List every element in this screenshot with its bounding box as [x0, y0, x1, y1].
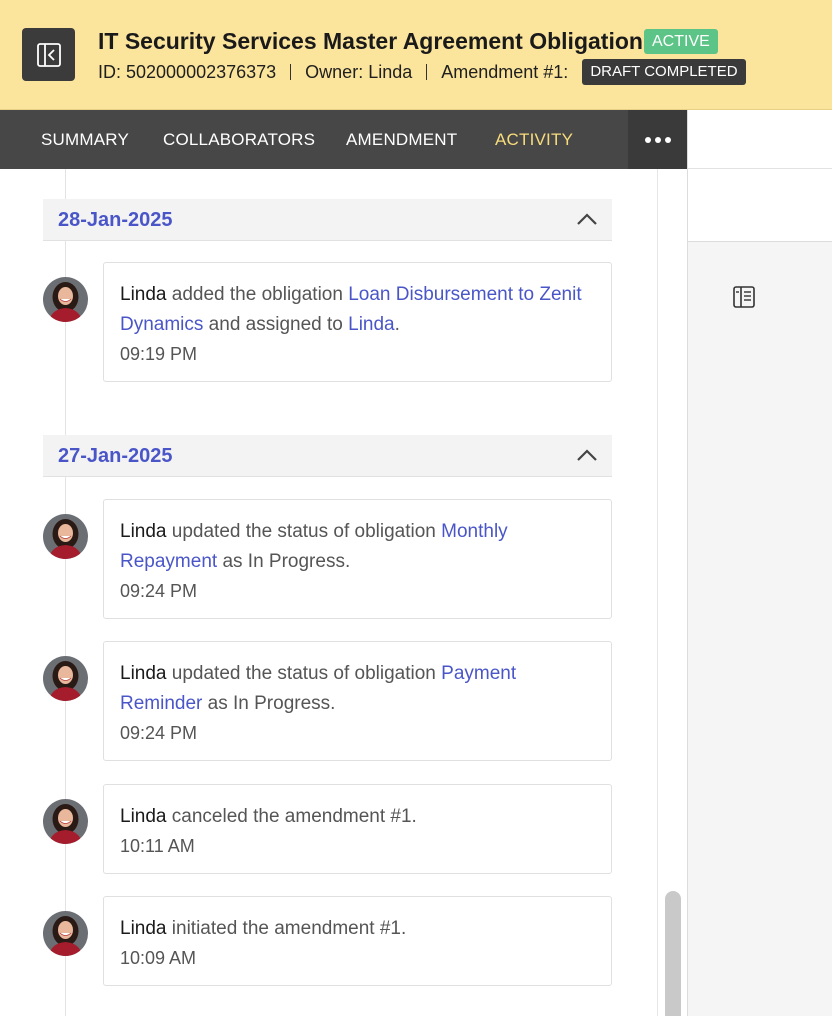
- more-horizontal-icon: [644, 136, 651, 143]
- amendment-label: Amendment #1:: [441, 61, 569, 82]
- avatar: [43, 911, 88, 956]
- activity-feed: 28-Jan-2025 Linda added the obligation L…: [0, 169, 657, 1016]
- activity-time: 10:11 AM: [120, 836, 195, 856]
- right-pane-header: [688, 110, 832, 242]
- scrollbar-track[interactable]: [657, 169, 687, 1016]
- more-options-button[interactable]: [628, 110, 687, 169]
- record-header: IT Security Services Master Agreement Ob…: [0, 0, 832, 110]
- tab-summary[interactable]: SUMMARY: [41, 110, 129, 169]
- page-title: IT Security Services Master Agreement Ob…: [98, 28, 643, 54]
- tab-collaborators[interactable]: COLLABORATORS: [163, 110, 315, 169]
- chevron-up-icon[interactable]: [576, 210, 598, 228]
- activity-card: Linda added the obligation Loan Disburse…: [103, 262, 612, 382]
- activity-card: Linda initiated the amendment #1. 10:09 …: [103, 896, 612, 986]
- avatar: [43, 656, 88, 701]
- activity-text: Linda canceled the amendment #1.: [120, 806, 417, 827]
- activity-user: Linda: [120, 806, 167, 827]
- activity-user: Linda: [120, 918, 167, 939]
- activity-text: Linda added the obligation Loan Disburse…: [120, 284, 582, 335]
- tab-bar: SUMMARY COLLABORATORS AMENDMENT ACTIVITY: [0, 110, 687, 169]
- activity-user: Linda: [120, 521, 167, 542]
- right-pane: [687, 110, 832, 1016]
- activity-user: Linda: [120, 663, 167, 684]
- collapse-sidebar-button[interactable]: [22, 28, 75, 81]
- avatar: [43, 514, 88, 559]
- record-owner: Owner: Linda: [305, 61, 413, 82]
- avatar: [43, 799, 88, 844]
- assignee-link[interactable]: Linda: [348, 314, 395, 335]
- record-id: ID: 502000002376373: [98, 61, 277, 82]
- scrollbar-thumb[interactable]: [665, 891, 681, 1016]
- meta-divider: [290, 64, 292, 80]
- activity-card: Linda updated the status of obligation M…: [103, 499, 612, 619]
- side-panel-icon[interactable]: [732, 285, 756, 309]
- activity-text: Linda initiated the amendment #1.: [120, 918, 407, 939]
- tab-amendment[interactable]: AMENDMENT: [346, 110, 457, 169]
- chevron-up-icon[interactable]: [576, 446, 598, 464]
- date-label: 27-Jan-2025: [58, 445, 173, 467]
- activity-card: Linda updated the status of obligation P…: [103, 641, 612, 761]
- tab-activity[interactable]: ACTIVITY: [495, 110, 573, 169]
- activity-time: 09:19 PM: [120, 344, 198, 364]
- record-meta: ID: 502000002376373 Owner: Linda Amendme…: [98, 59, 746, 85]
- activity-time: 09:24 PM: [120, 581, 198, 601]
- status-badge: ACTIVE: [644, 29, 718, 54]
- activity-text: Linda updated the status of obligation M…: [120, 521, 508, 572]
- activity-text: Linda updated the status of obligation P…: [120, 663, 517, 714]
- activity-time: 09:24 PM: [120, 723, 198, 743]
- meta-divider: [426, 64, 428, 80]
- date-group-header[interactable]: 27-Jan-2025: [43, 435, 612, 477]
- activity-time: 10:09 AM: [120, 948, 197, 968]
- amendment-status-badge: DRAFT COMPLETED: [582, 59, 746, 85]
- date-group-header[interactable]: 28-Jan-2025: [43, 199, 612, 241]
- activity-user: Linda: [120, 284, 167, 305]
- date-label: 28-Jan-2025: [58, 209, 173, 231]
- avatar: [43, 277, 88, 322]
- panel-collapse-icon: [36, 42, 61, 67]
- activity-card: Linda canceled the amendment #1. 10:11 A…: [103, 784, 612, 874]
